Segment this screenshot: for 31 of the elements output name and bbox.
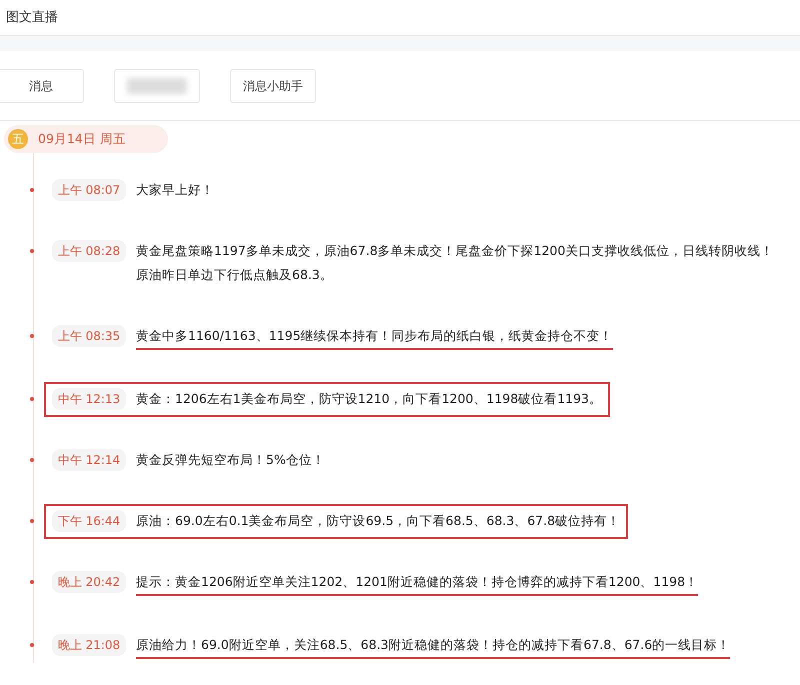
timeline-dot: [30, 334, 34, 338]
tab[interactable]: 消息: [0, 69, 84, 103]
time-tag: 下午 16:44: [52, 510, 126, 532]
page-title: 图文直播: [5, 9, 59, 27]
date-label: 09月14日 周五: [38, 130, 126, 148]
message-text: 黄金：1206左右1美金布局空，防守设1210，向下看1200、1198破位看1193。: [136, 390, 602, 408]
message-text: 原油：69.0左右0.1美金布局空，防守设69.5，向下看68.5、68.3、67.8破位持有！: [136, 512, 620, 530]
tab[interactable]: 消息小助手: [230, 69, 316, 103]
timeline-dot: [30, 580, 34, 584]
weekday-badge: 五: [8, 129, 28, 149]
tab[interactable]: [114, 69, 200, 103]
timeline-dot: [30, 188, 34, 192]
message-text: 黄金尾盘策略1197多单未成交，原油67.8多单未成交！尾盘金价下探1200关口支撑收线低位，日线转阴收线！原油昨日单边下行低点触及68.3。: [136, 242, 774, 284]
time-tag: 晚上 21:08: [52, 634, 126, 656]
time-tag: 晚上 20:42: [52, 571, 126, 593]
message-text: 黄金中多1160/1163、1195继续保本持有！同步布局的纸白银，纸黄金持仓不变！: [136, 324, 613, 350]
time-tag: 上午 08:35: [52, 325, 126, 347]
timeline-dot: [30, 458, 34, 462]
message-text: 黄金反弹先短空布局！5%仓位！: [136, 451, 325, 469]
timeline-dot: [30, 249, 34, 253]
time-tag: 上午 08:07: [52, 179, 126, 201]
timeline-dot: [30, 397, 34, 401]
time-tag: 中午 12:14: [52, 449, 126, 471]
message-text: 大家早上好！: [136, 181, 214, 199]
blurred-label: [127, 78, 187, 94]
message-text: 提示：黄金1206附近空单关注1202、1201附近稳健的落袋！持仓博弈的减持下看1200、1198！: [136, 570, 698, 596]
time-tag: 上午 08:28: [52, 240, 126, 262]
message-text: 原油给力！69.0附近空单，关注68.5、68.3附近稳健的落袋！持仓的减持下看67.8、67.6的一线目标！: [136, 633, 730, 659]
timeline-dot: [30, 643, 34, 647]
time-tag: 中午 12:13: [52, 388, 126, 410]
timeline-dot: [30, 519, 34, 523]
